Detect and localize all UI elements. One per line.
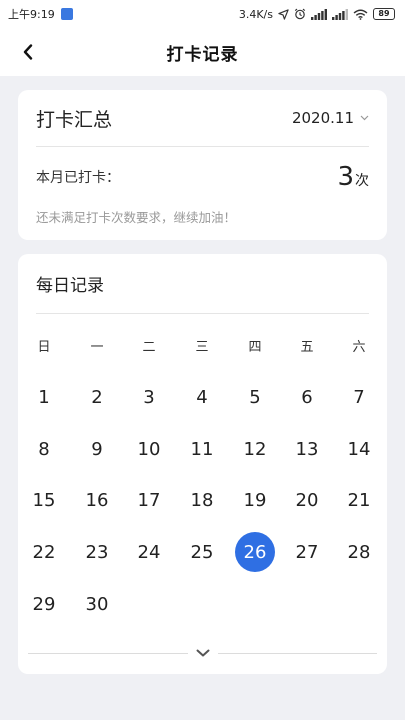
calendar-day[interactable]: 18 <box>182 480 222 520</box>
app-header: 打卡记录 <box>0 28 405 76</box>
month-value: 2020.11 <box>291 109 354 127</box>
calendar-day[interactable]: 17 <box>129 480 169 520</box>
calendar-day[interactable]: 7 <box>339 377 379 417</box>
month-picker[interactable]: 2020.11 <box>292 109 369 127</box>
chevron-down-icon <box>196 649 209 657</box>
back-button[interactable] <box>16 40 40 64</box>
calendar-day[interactable]: 5 <box>235 377 275 417</box>
calendar-day[interactable]: 14 <box>339 429 379 469</box>
signal-icon <box>332 8 348 20</box>
expand-calendar-button[interactable] <box>188 646 218 660</box>
checkin-count: 3 次 <box>337 164 369 190</box>
summary-title: 打卡汇总 <box>36 108 113 131</box>
divider <box>28 652 188 654</box>
wifi-icon <box>353 9 368 20</box>
checkin-count-label: 本月已打卡： <box>36 170 120 186</box>
summary-card: 打卡汇总 2020.11 本月已打卡： 3 次 还未满足打卡次数要求，继续加油！ <box>18 90 387 240</box>
calendar-day[interactable]: 20 <box>287 480 327 520</box>
calendar-day[interactable]: 27 <box>287 532 327 572</box>
calendar-day[interactable]: 19 <box>235 480 275 520</box>
calendar-day[interactable]: 21 <box>339 480 379 520</box>
app-notification-icon <box>60 8 73 20</box>
daily-record-card: 每日记录 日一二三四五六 1 2 3 4 5 6 7 8 9 10 11 12 13 14 15 16 17 18… <box>18 254 387 674</box>
calendar-day[interactable]: 16 <box>77 480 117 520</box>
battery-level: 89 <box>378 9 390 18</box>
calendar-day[interactable]: 22 <box>24 532 64 572</box>
signal-icon <box>311 8 327 20</box>
calendar-day[interactable]: 24 <box>129 532 169 572</box>
status-bar-right: 3.4K/s 89 <box>239 8 395 21</box>
checkin-hint: 还未满足打卡次数要求，继续加油！ <box>36 210 237 225</box>
calendar-day[interactable]: 28 <box>339 532 379 572</box>
calendar-day[interactable]: 29 <box>24 584 64 624</box>
checkin-count-row: 本月已打卡： 3 次 <box>36 147 369 207</box>
calendar-grid: 1 2 3 4 5 6 7 8 9 10 11 12 13 14 15 16 17 18 19 20 21 22 23 24 2… <box>18 254 387 634</box>
network-speed: 3.4K/s <box>238 7 273 21</box>
calendar-day[interactable]: 4 <box>182 377 222 417</box>
status-bar-left: 上午9:19 <box>8 6 73 22</box>
battery-icon: 89 <box>373 8 395 20</box>
calendar-day[interactable]: 10 <box>129 429 169 469</box>
summary-header: 打卡汇总 2020.11 <box>36 90 369 147</box>
calendar-day[interactable]: 11 <box>182 429 222 469</box>
divider <box>217 652 377 654</box>
checkin-count-unit: 次 <box>355 173 369 189</box>
calendar-day[interactable]: 3 <box>129 377 169 417</box>
calendar-day[interactable]: 1 <box>24 377 64 417</box>
chevron-left-icon <box>23 44 33 60</box>
calendar-day[interactable]: 25 <box>182 532 222 572</box>
status-bar: 上午9:19 3.4K/s 89 <box>0 0 405 28</box>
expand-row <box>28 646 377 660</box>
location-arrow-icon <box>278 8 289 20</box>
alarm-clock-icon <box>294 8 306 20</box>
calendar-day[interactable]: 23 <box>77 532 117 572</box>
calendar-day[interactable]: 9 <box>77 429 117 469</box>
calendar-day[interactable]: 2 <box>77 377 117 417</box>
chevron-down-icon <box>360 115 369 121</box>
status-time: 上午9:19 <box>8 8 55 21</box>
page-title: 打卡记录 <box>166 44 239 65</box>
calendar-day[interactable]: 6 <box>287 377 327 417</box>
calendar-day-selected[interactable]: 26 <box>235 532 275 572</box>
calendar-day[interactable]: 30 <box>77 584 117 624</box>
calendar-day[interactable]: 15 <box>24 480 64 520</box>
calendar-day[interactable]: 8 <box>24 429 64 469</box>
calendar-day[interactable]: 12 <box>235 429 275 469</box>
checkin-count-value: 3 <box>337 162 354 192</box>
calendar-day[interactable]: 13 <box>287 429 327 469</box>
